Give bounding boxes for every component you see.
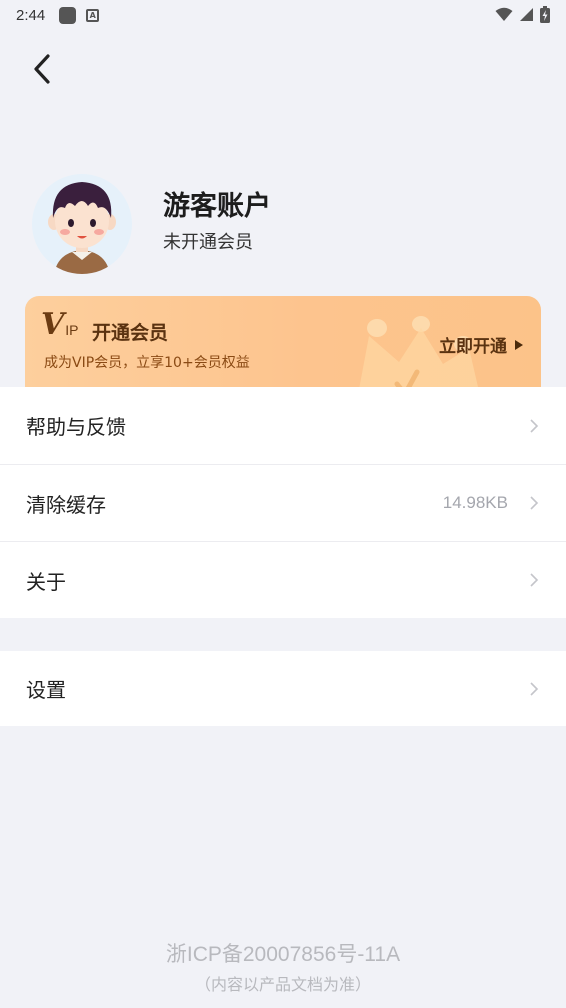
back-button[interactable] xyxy=(26,50,58,88)
menu-group-main: 帮助与反馈 清除缓存 14.98KB 关于 xyxy=(0,387,566,618)
avatar-boy-illustration xyxy=(48,182,116,274)
footer-note: （内容以产品文档为准） xyxy=(194,975,371,994)
cache-size-value: 14.98KB xyxy=(442,493,508,512)
wifi-icon xyxy=(495,7,513,21)
vip-subtitle: 成为VIP会员，立享10+会员权益 xyxy=(44,355,250,371)
membership-status: 未开通会员 xyxy=(163,232,253,253)
play-arrow-icon xyxy=(515,339,523,350)
app-square-icon xyxy=(59,6,77,24)
avatar[interactable] xyxy=(32,174,132,274)
menu-item-label: 清除缓存 xyxy=(26,492,106,517)
vip-logo-v: V xyxy=(41,307,65,342)
vip-activate-button[interactable]: 立即开通 xyxy=(439,332,523,357)
vip-logo-ip: IP xyxy=(65,322,79,338)
chevron-left-icon xyxy=(34,54,50,84)
menu-item-label: 设置 xyxy=(26,678,66,702)
menu-item-settings[interactable]: 设置 xyxy=(0,651,566,726)
menu-item-label: 关于 xyxy=(26,569,66,594)
chevron-right-icon xyxy=(528,680,540,698)
vip-cta-label: 立即开通 xyxy=(439,337,507,357)
status-bar: 2:44 A xyxy=(0,0,566,30)
battery-charging-icon xyxy=(540,6,550,23)
profile-name: 游客账户 xyxy=(163,191,271,222)
status-time: 2:44 xyxy=(16,6,46,24)
vip-title: 开通会员 xyxy=(92,322,169,344)
vip-banner[interactable]: V IP 开通会员 成为VIP会员，立享10+会员权益 立即开通 xyxy=(25,296,541,396)
menu-group-settings: 设置 xyxy=(0,651,566,726)
chevron-right-icon xyxy=(528,571,540,589)
signal-icon xyxy=(520,8,533,21)
menu-item-about[interactable]: 关于 xyxy=(0,541,566,618)
chevron-right-icon xyxy=(528,494,540,512)
menu-item-clear-cache[interactable]: 清除缓存 14.98KB xyxy=(0,464,566,541)
a-box-icon: A xyxy=(86,8,100,22)
menu-item-label: 帮助与反馈 xyxy=(26,415,126,439)
menu-item-help-feedback[interactable]: 帮助与反馈 xyxy=(0,387,566,464)
chevron-right-icon xyxy=(528,417,540,435)
icp-license: 浙ICP备20007856号-11A xyxy=(165,943,401,966)
status-right-icons xyxy=(495,6,550,23)
vip-logo: V IP xyxy=(41,310,79,340)
